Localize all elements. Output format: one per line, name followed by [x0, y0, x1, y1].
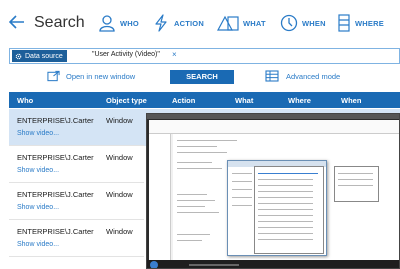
- nav-action-label: ACTION: [174, 18, 204, 28]
- recorded-side-window: [334, 166, 379, 202]
- column-header-when[interactable]: When: [341, 96, 361, 105]
- video-title-bar: [147, 114, 399, 119]
- data-source-label: Data source: [25, 52, 63, 60]
- show-video-link[interactable]: Show video...: [17, 204, 59, 211]
- remove-filter-icon[interactable]: ×: [172, 50, 177, 59]
- table-row[interactable]: ENTERPRISE\J.Carter Window Show video...: [9, 146, 144, 183]
- object-type-cell: Window: [106, 116, 133, 125]
- nav-where-label: WHERE: [355, 18, 384, 28]
- recorded-toolbar: [149, 120, 399, 134]
- object-type-cell: Window: [106, 227, 133, 236]
- filter-bar[interactable]: Data source "User Activity (Video)" ×: [9, 48, 400, 64]
- column-header-object-type[interactable]: Object type: [106, 96, 147, 105]
- data-source-value: "User Activity (Video)": [92, 51, 160, 58]
- who-cell: ENTERPRISE\J.Carter: [17, 190, 94, 199]
- back-arrow-icon[interactable]: [9, 15, 25, 29]
- list-icon: [265, 70, 279, 82]
- recorded-screen: [149, 120, 399, 260]
- nav-who[interactable]: WHO: [98, 14, 139, 32]
- actions-row: Open in new window SEARCH Advanced mode: [0, 70, 400, 86]
- page-title: Search: [34, 14, 85, 31]
- open-new-window-link[interactable]: Open in new window: [47, 70, 135, 82]
- nav-who-label: WHO: [120, 18, 139, 28]
- advanced-mode-link[interactable]: Advanced mode: [265, 70, 340, 82]
- table-row[interactable]: ENTERPRISE\J.Carter Window Show video...: [9, 109, 144, 146]
- who-cell: ENTERPRISE\J.Carter: [17, 227, 94, 236]
- show-video-link[interactable]: Show video...: [17, 167, 59, 174]
- video-progress-bar[interactable]: [189, 264, 239, 266]
- show-video-link[interactable]: Show video...: [17, 241, 59, 248]
- table-row[interactable]: ENTERPRISE\J.Carter Window Show video...: [9, 183, 144, 220]
- column-header-action[interactable]: Action: [172, 96, 195, 105]
- nav-when-label: WHEN: [302, 18, 326, 28]
- column-header-where[interactable]: Where: [288, 96, 311, 105]
- object-icon: [217, 15, 239, 31]
- column-header-what[interactable]: What: [235, 96, 253, 105]
- nav-where[interactable]: WHERE: [337, 14, 384, 32]
- search-header: Search WHO ACTION WHAT WHEN WHERE: [0, 0, 400, 42]
- server-icon: [338, 14, 350, 32]
- who-cell: ENTERPRISE\J.Carter: [17, 116, 94, 125]
- column-header-who[interactable]: Who: [17, 96, 33, 105]
- external-link-icon: [47, 70, 60, 82]
- video-controls[interactable]: [147, 260, 399, 268]
- gear-icon: [15, 53, 22, 59]
- play-icon[interactable]: [150, 261, 158, 268]
- nav-what-label: WHAT: [243, 18, 266, 28]
- table-row[interactable]: ENTERPRISE\J.Carter Window Show video...: [9, 220, 144, 257]
- clock-icon: [280, 14, 298, 32]
- nav-when[interactable]: WHEN: [280, 14, 326, 32]
- table-header: Who Object type Action What Where When: [9, 92, 400, 108]
- who-cell: ENTERPRISE\J.Carter: [17, 153, 94, 162]
- user-icon: [99, 15, 115, 32]
- lightning-icon: [155, 14, 167, 32]
- open-new-window-label: Open in new window: [66, 71, 136, 81]
- recorded-list-window: [254, 166, 324, 254]
- recorded-tree-pane: [149, 134, 171, 260]
- video-preview[interactable]: [146, 113, 400, 269]
- object-type-cell: Window: [106, 153, 133, 162]
- advanced-mode-label: Advanced mode: [286, 71, 341, 81]
- nav-what[interactable]: WHAT: [217, 14, 266, 32]
- data-source-chip[interactable]: Data source: [12, 50, 67, 62]
- show-video-link[interactable]: Show video...: [17, 130, 59, 137]
- search-button[interactable]: SEARCH: [170, 70, 234, 84]
- nav-action[interactable]: ACTION: [152, 14, 204, 32]
- object-type-cell: Window: [106, 190, 133, 199]
